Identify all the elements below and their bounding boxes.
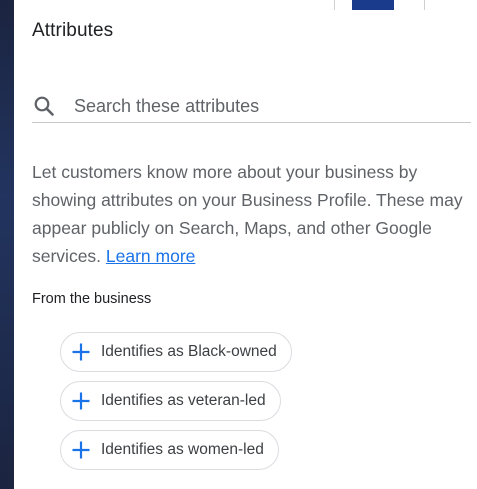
attributes-description: Let customers know more about your busin… (32, 158, 472, 270)
chip-label: Identifies as women-led (101, 441, 264, 458)
chip-label: Identifies as Black-owned (101, 343, 277, 360)
background-top-bar (0, 0, 477, 10)
background-divider (334, 0, 335, 10)
attribute-chip-women-led[interactable]: Identifies as women-led (60, 430, 279, 470)
attribute-chip-black-owned[interactable]: Identifies as Black-owned (60, 332, 292, 372)
search-input[interactable] (74, 95, 434, 117)
attribute-chip-list: Identifies as Black-owned Identifies as … (60, 332, 292, 470)
search-bar[interactable] (32, 90, 471, 123)
background-accent-tab (352, 0, 394, 10)
plus-icon (69, 438, 93, 462)
learn-more-link[interactable]: Learn more (106, 246, 196, 266)
plus-icon (69, 340, 93, 364)
description-text: Let customers know more about your busin… (32, 162, 463, 266)
attribute-chip-veteran-led[interactable]: Identifies as veteran-led (60, 381, 281, 421)
attributes-dialog: Attributes Let customers know more about… (14, 10, 477, 489)
chip-label: Identifies as veteran-led (101, 392, 266, 409)
background-divider (424, 0, 425, 10)
search-icon (32, 94, 56, 118)
section-label-from-business: From the business (32, 291, 152, 307)
dialog-title: Attributes (32, 20, 114, 41)
background-app-strip (0, 0, 14, 489)
plus-icon (69, 389, 93, 413)
